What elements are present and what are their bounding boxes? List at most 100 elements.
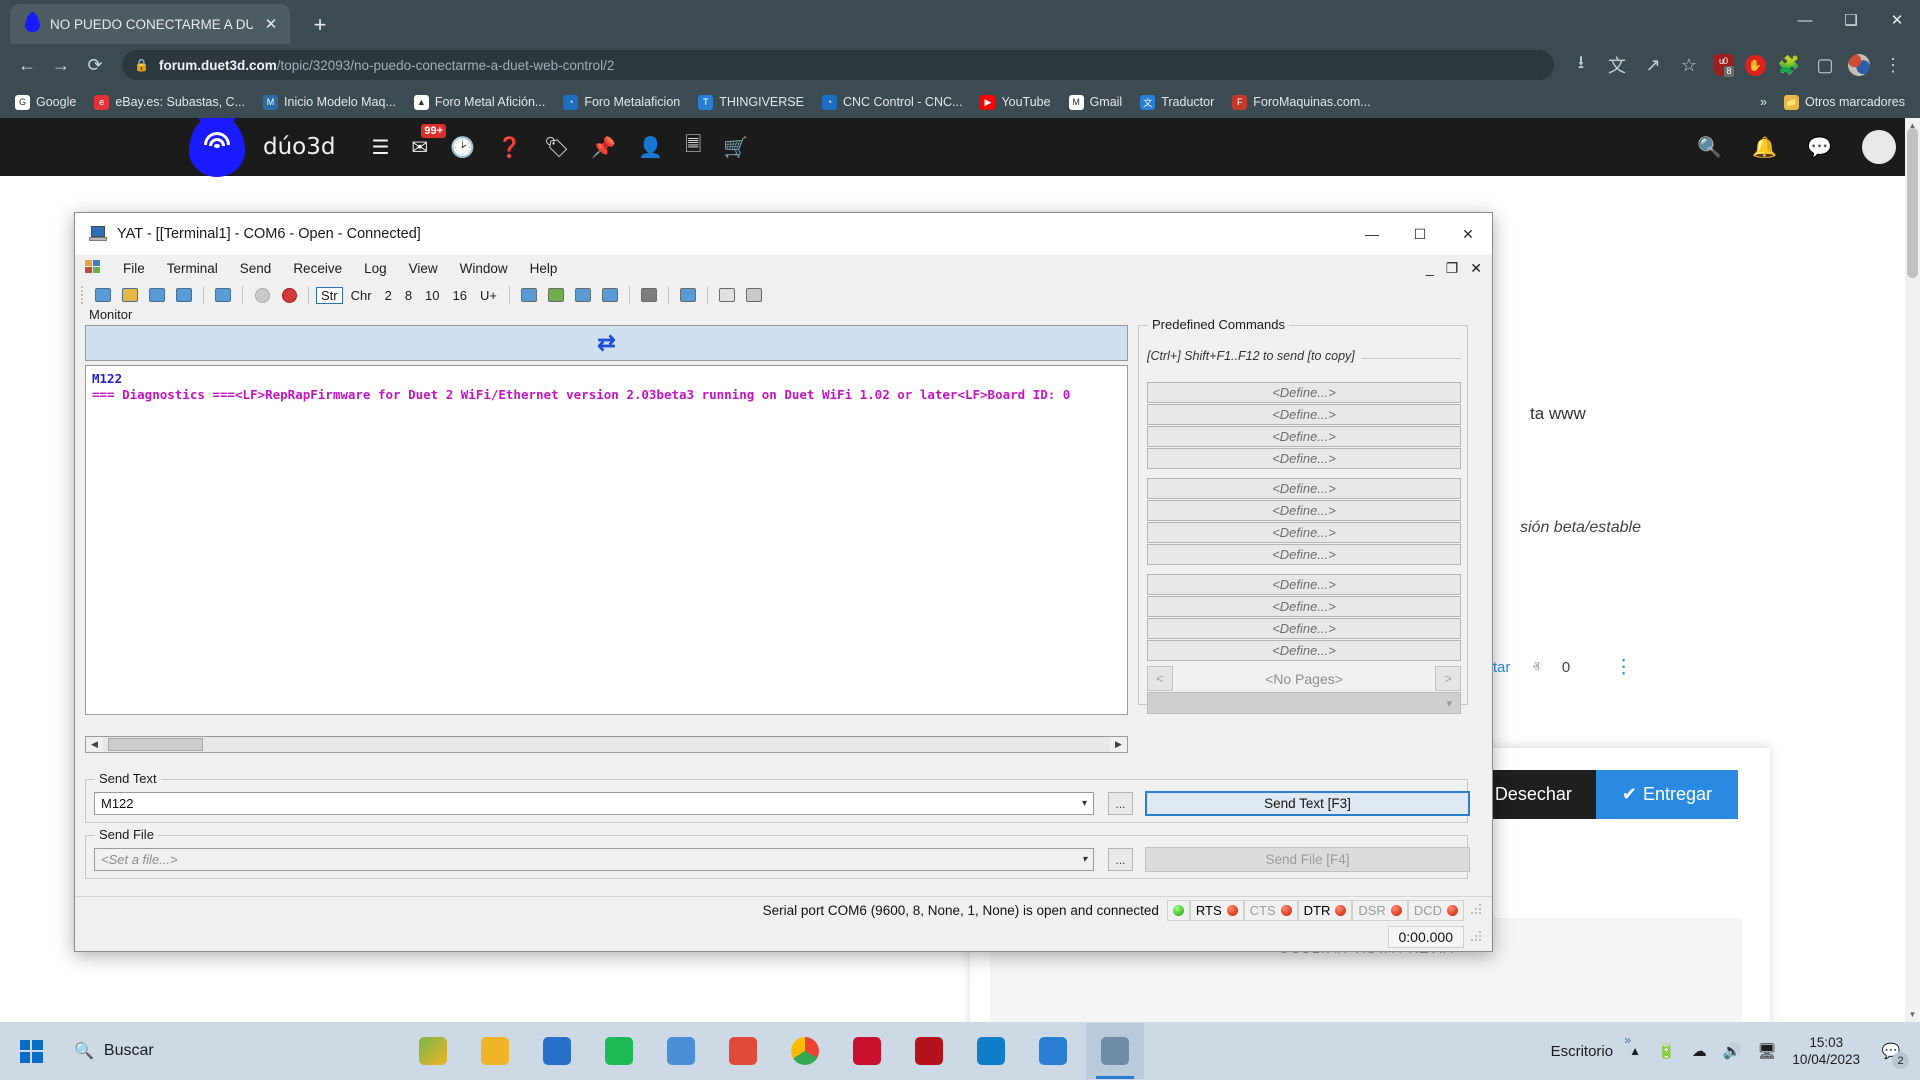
menu-item-file[interactable]: File (112, 258, 156, 279)
radix-option-chr[interactable]: Chr (346, 287, 377, 304)
check-icon[interactable] (742, 283, 766, 307)
browser-tab[interactable]: NO PUEDO CONECTARME A DUE ✕ (10, 4, 290, 44)
download-icon[interactable]: ⭳ (1564, 48, 1598, 82)
inbox-icon[interactable]: ✉ 99+ (411, 135, 428, 160)
scroll-left-icon[interactable]: ◀ (86, 739, 103, 750)
mdi-minimize-icon[interactable]: _ (1426, 260, 1434, 276)
scrollbar-track[interactable] (103, 737, 1110, 752)
taskbar-solidworks-icon[interactable] (838, 1023, 896, 1079)
bookmark-item[interactable]: ▲ Foro Metal Afición... (407, 92, 552, 113)
taskbar-clock[interactable]: 15:03 10/04/2023 (1792, 1034, 1860, 1068)
duet3d-wifi-drop-logo[interactable] (189, 119, 245, 175)
taskbar-mail-icon[interactable] (714, 1023, 772, 1079)
ublock-extension-icon[interactable]: 8 (1708, 50, 1738, 80)
post-more-icon[interactable]: ⋮ (1614, 662, 1633, 674)
show-desktop-button[interactable]: Escritorio » (1551, 1043, 1614, 1060)
bookmark-item[interactable]: M Gmail (1062, 92, 1130, 113)
back-icon[interactable]: ← (10, 48, 44, 82)
tags-icon[interactable]: 🏷 (544, 135, 569, 160)
new-terminal-icon[interactable] (91, 283, 115, 307)
radix-option-8[interactable]: 8 (400, 287, 417, 304)
send-file-input[interactable]: <Set a file...> ▾ (94, 848, 1094, 871)
predefined-command-button[interactable]: <Define...> (1147, 522, 1461, 543)
menu-item-help[interactable]: Help (519, 258, 569, 279)
close-icon[interactable]: ✕ (1874, 0, 1920, 40)
volume-icon[interactable]: 🔊 (1723, 1042, 1742, 1060)
extensions-puzzle-icon[interactable]: 🧩 (1772, 48, 1806, 82)
open-terminal-icon[interactable] (118, 283, 142, 307)
bookmark-item[interactable]: e eBay.es: Subastas, C... (87, 92, 252, 113)
upvote-icon[interactable]: ⱏ (1532, 659, 1539, 676)
taskbar-spotify-icon[interactable] (590, 1023, 648, 1079)
save-workspace-icon[interactable] (172, 283, 196, 307)
pin-icon[interactable]: 📌 (591, 135, 616, 160)
avatar[interactable] (1844, 50, 1874, 80)
maximize-icon[interactable]: ☐ (1396, 213, 1444, 255)
bookmark-item[interactable]: G Google (8, 92, 83, 113)
print-icon[interactable] (637, 283, 661, 307)
address-bar[interactable]: 🔒 forum.duet3d.com/topic/32093/no-puedo-… (122, 50, 1554, 80)
submit-button[interactable]: ✔ Entregar (1596, 770, 1738, 819)
maximize-icon[interactable]: ❑ (1828, 0, 1874, 40)
refresh-icon[interactable] (544, 283, 568, 307)
user-icon[interactable]: 👤 (638, 135, 663, 160)
taskbar-outlook-icon[interactable] (528, 1023, 586, 1079)
scroll-right-icon[interactable]: ▶ (1110, 739, 1127, 750)
windows-start-icon[interactable] (0, 1022, 62, 1080)
close-icon[interactable]: ✕ (262, 15, 280, 33)
bookmark-item[interactable]: ◔ CNC Control - CNC... (815, 92, 969, 113)
predefined-command-button[interactable]: <Define...> (1147, 382, 1461, 403)
scrollbar-thumb[interactable] (108, 738, 203, 751)
chevron-down-icon[interactable]: ▾ (1082, 854, 1087, 865)
bookmark-item[interactable]: 文 Traductor (1133, 92, 1221, 113)
resize-grip[interactable] (1470, 930, 1484, 944)
mdi-restore-icon[interactable]: ❐ (1446, 260, 1459, 277)
battery-icon[interactable]: 🔋 (1657, 1042, 1676, 1060)
chrome-menu-icon[interactable]: ⋮ (1876, 48, 1910, 82)
notification-center-icon[interactable]: 💬 2 (1876, 1036, 1906, 1066)
sidepanel-icon[interactable]: ▢ (1808, 48, 1842, 82)
onedrive-icon[interactable]: ☁ (1692, 1042, 1707, 1060)
radix-option-10[interactable]: 10 (420, 287, 444, 304)
menu-item-send[interactable]: Send (229, 258, 283, 279)
taskbar-calculator-icon[interactable] (652, 1023, 710, 1079)
predefined-command-button[interactable]: <Define...> (1147, 544, 1461, 565)
taskbar-edge-icon[interactable] (962, 1023, 1020, 1079)
forward-icon[interactable]: → (44, 48, 78, 82)
bookmark-item[interactable]: T THINGIVERSE (691, 92, 811, 113)
next-page-button[interactable]: > (1435, 666, 1461, 691)
predefined-command-button[interactable]: <Define...> (1147, 426, 1461, 447)
bookmarks-overflow-icon[interactable]: » (1760, 95, 1767, 109)
network-icon[interactable]: 🖥 (1757, 1042, 1776, 1060)
radix-option-2[interactable]: 2 (380, 287, 397, 304)
reload-icon[interactable]: ⟳ (78, 48, 112, 82)
taskbar-yat-icon[interactable] (1086, 1023, 1144, 1079)
radix-option-uplus[interactable]: U+ (475, 287, 502, 304)
help-icon[interactable]: ❓ (497, 135, 522, 160)
menu-item-receive[interactable]: Receive (282, 258, 353, 279)
resize-grip[interactable] (1470, 903, 1484, 917)
radix-option-str[interactable]: Str (316, 287, 343, 304)
predefined-command-button[interactable]: <Define...> (1147, 596, 1461, 617)
minimize-icon[interactable]: — (1782, 0, 1828, 40)
predefined-command-button[interactable]: <Define...> (1147, 640, 1461, 661)
confirm-icon[interactable] (250, 283, 274, 307)
share-icon[interactable]: ↗ (1636, 48, 1670, 82)
page-scrollbar[interactable]: ▲ ▼ (1905, 118, 1920, 1022)
chevron-down-icon[interactable]: ▾ (1082, 798, 1087, 809)
monitor-output[interactable]: M122 === Diagnostics ===<LF>RepRapFirmwa… (85, 365, 1128, 715)
taskbar-media-icon[interactable] (900, 1023, 958, 1079)
save-to-file-icon[interactable] (598, 283, 622, 307)
taskbar-photos-icon[interactable] (404, 1023, 462, 1079)
edit-terminal-settings-icon[interactable] (211, 283, 235, 307)
scroll-down-icon[interactable]: ▼ (1905, 1007, 1920, 1022)
menu-item-log[interactable]: Log (353, 258, 398, 279)
send-text-input[interactable]: M122 ▾ (94, 792, 1094, 815)
monitor-hscrollbar[interactable]: ◀ ▶ (85, 736, 1128, 753)
stop-extension-icon[interactable]: ✋ (1740, 50, 1770, 80)
taskbar-chrome-icon[interactable] (776, 1023, 834, 1079)
bell-icon[interactable]: 🔔 (1752, 135, 1777, 160)
send-file-browse-button[interactable]: ... (1108, 848, 1133, 871)
menu-item-terminal[interactable]: Terminal (156, 258, 229, 279)
save-terminal-icon[interactable] (145, 283, 169, 307)
